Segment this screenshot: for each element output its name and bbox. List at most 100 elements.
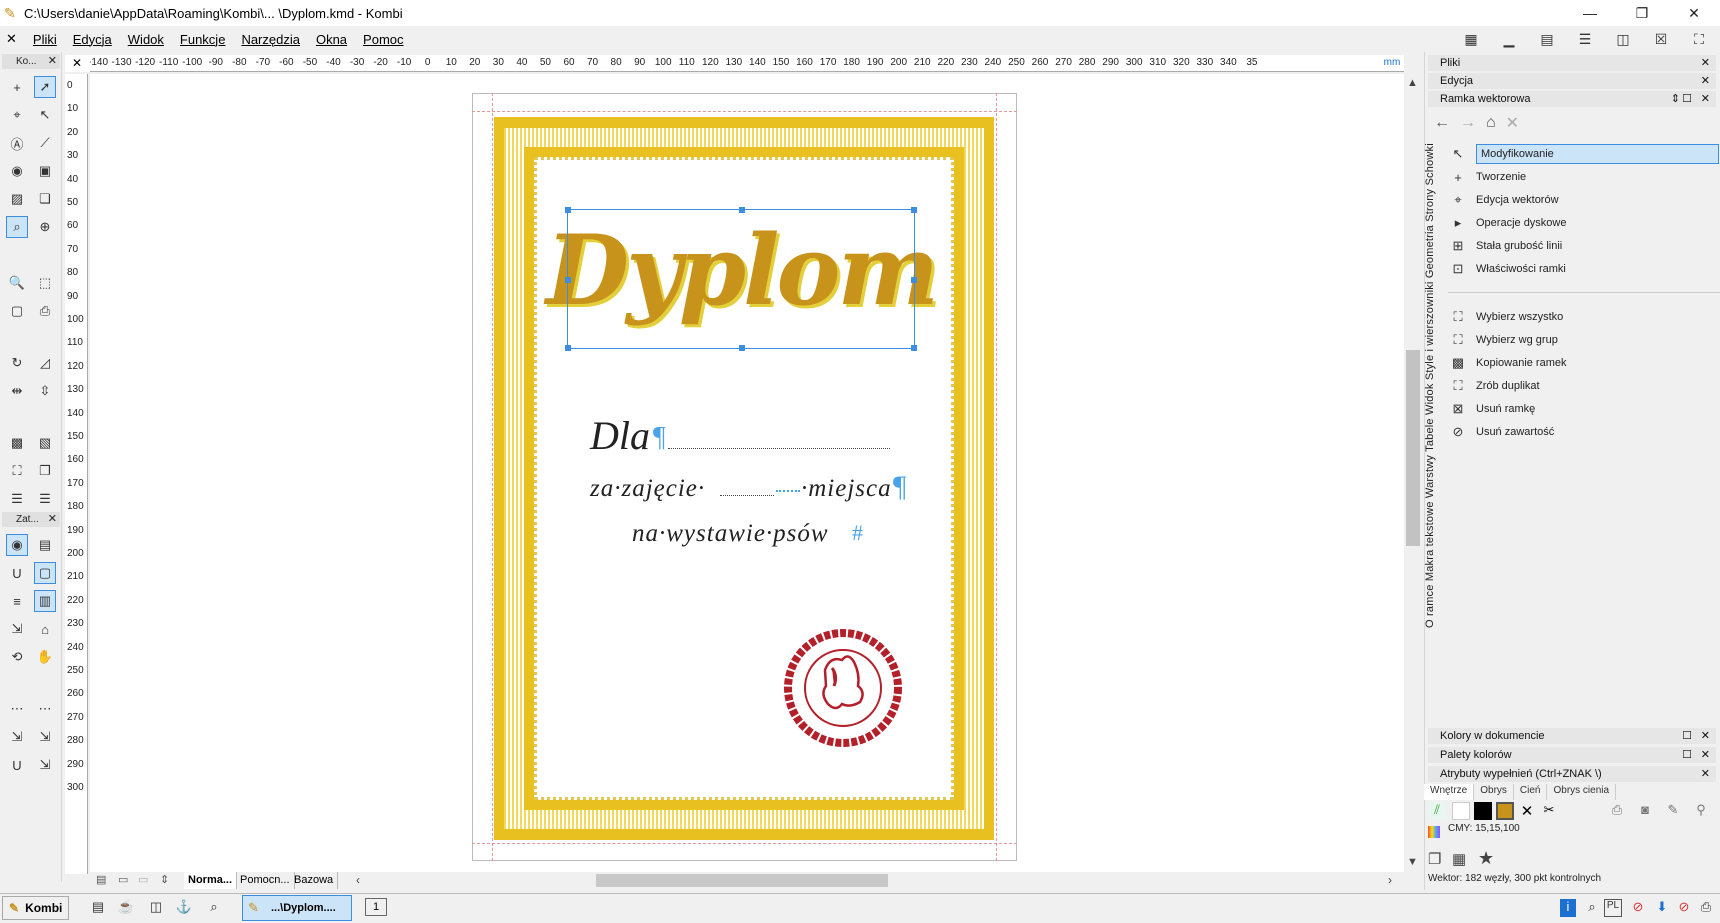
menu-pliki[interactable]: Pliki: [33, 32, 57, 47]
list-item-wlasciwosci[interactable]: ⊡ Właściwości ramki: [1448, 258, 1566, 280]
zoom-frame-icon[interactable]: ⬚: [34, 272, 56, 294]
star-icon[interactable]: ★: [1478, 848, 1494, 869]
page-icon[interactable]: ▢: [6, 300, 28, 322]
scroll-left-icon[interactable]: ‹: [356, 873, 360, 887]
menu-edycja[interactable]: Edycja: [73, 32, 112, 47]
text-za-zajecie[interactable]: za·zajęcie·: [590, 475, 705, 503]
copy-page-icon[interactable]: ❐: [34, 460, 56, 482]
forward-arrow-icon[interactable]: →: [1460, 114, 1476, 132]
ruler-corner[interactable]: ✕: [65, 55, 90, 72]
tab-obrys[interactable]: Obrys: [1474, 784, 1514, 800]
target-icon[interactable]: ⊕: [34, 216, 56, 238]
view-page-icon[interactable]: ▥: [34, 590, 56, 612]
page-view-icon[interactable]: ▤: [96, 873, 106, 886]
page-tab-auxiliary[interactable]: Pomocn...: [236, 872, 295, 889]
text-miejsca[interactable]: ·miejsca: [801, 475, 892, 503]
list-item-wybierz-grup[interactable]: ⛶ Wybierz wg grup: [1448, 329, 1557, 351]
panel-close-icon[interactable]: ✕: [1701, 728, 1710, 744]
flip-horizontal-icon[interactable]: ⇹: [6, 380, 28, 402]
home-icon[interactable]: ⌂: [1486, 114, 1496, 132]
page-order-icon[interactable]: ⇕: [160, 873, 169, 886]
panel-close-icon[interactable]: ✕: [1701, 73, 1710, 89]
mdi-close-icon[interactable]: ☒: [1650, 31, 1672, 48]
scroll-right-icon[interactable]: ›: [1388, 873, 1392, 887]
language-pl-icon[interactable]: PL: [1604, 899, 1622, 917]
cascade-icon[interactable]: ▤: [1536, 31, 1558, 48]
cancel-icon[interactable]: ⊘: [1674, 899, 1694, 917]
panel-atrybuty[interactable]: Atrybuty wypełnień (Ctrl+ZNAK \) ✕: [1428, 766, 1716, 782]
handle-b[interactable]: [739, 345, 745, 351]
scroll-down-icon[interactable]: ▼: [1407, 856, 1418, 868]
maximize-button[interactable]: ❐: [1616, 0, 1668, 26]
vertical-tabs[interactable]: O ramce Makra tekstowe Warstwy Tabele Wi…: [1424, 138, 1442, 628]
text-na-wystawie[interactable]: na·wystawie·psów: [632, 520, 829, 548]
save-icon[interactable]: ⬇: [1652, 899, 1672, 917]
lock-icon[interactable]: ⌂: [34, 618, 56, 640]
skew-icon[interactable]: ◿: [34, 352, 56, 374]
paint-icon[interactable]: ▧: [34, 432, 56, 454]
tab-obrys-cienia[interactable]: Obrys cienia: [1547, 784, 1617, 800]
taskbar-kombi-button[interactable]: ✎ Kombi: [2, 896, 70, 920]
eye-frame-icon[interactable]: ◉: [6, 534, 28, 556]
rotate-icon[interactable]: ↻: [6, 352, 28, 374]
list-item-wybierz-wszystko[interactable]: ⛶ Wybierz wszystko: [1448, 306, 1563, 328]
swatch-gold[interactable]: [1496, 802, 1514, 820]
panel-close-icon[interactable]: ✕: [1701, 55, 1710, 71]
layout-icon[interactable]: ▦: [1460, 31, 1482, 48]
select-tool-icon[interactable]: ➚: [34, 76, 56, 98]
handle-tl[interactable]: [565, 207, 571, 213]
panel-sort-icon[interactable]: ⇕: [1671, 91, 1680, 107]
page-tab-base[interactable]: Bazowa: [290, 872, 339, 889]
align-right-icon[interactable]: ☰: [34, 488, 56, 510]
eye-page-icon[interactable]: ▤: [34, 534, 56, 556]
line-tool-icon[interactable]: ⟋: [34, 132, 56, 154]
flip-vertical-icon[interactable]: ⇳: [34, 380, 56, 402]
pointer-plus-icon[interactable]: ↖: [34, 104, 56, 126]
vertical-scroll-thumb[interactable]: [1406, 350, 1420, 546]
text-frame-icon[interactable]: Ⓐ: [6, 132, 28, 154]
guides-icon[interactable]: ⋯: [6, 698, 28, 720]
hand-icon[interactable]: ✋: [34, 646, 56, 668]
magnet-guides-icon[interactable]: U: [6, 754, 28, 776]
panel-maximize-icon[interactable]: ☐: [1682, 728, 1692, 744]
toolbar-close-icon[interactable]: ✕: [48, 54, 57, 69]
ruler-top[interactable]: -140-130-120-110-100-90-80-70-60-50-40-3…: [90, 55, 1404, 72]
magnet-icon[interactable]: U: [6, 562, 28, 584]
snap-grid-icon[interactable]: ⇲: [34, 726, 56, 748]
list-item-kopiowanie[interactable]: ▩ Kopiowanie ramek: [1448, 352, 1567, 374]
link-icon[interactable]: ⟲: [6, 646, 28, 668]
tile-horizontal-icon[interactable]: ☰: [1574, 31, 1596, 48]
grid-view-icon[interactable]: ≡: [6, 590, 28, 612]
view-frame-icon[interactable]: ▢: [34, 562, 56, 584]
swatch-none-icon[interactable]: ✕: [1518, 802, 1536, 820]
handle-tr[interactable]: [911, 207, 917, 213]
minimize-button[interactable]: —: [1564, 0, 1616, 26]
panel-ramka-wektorowa[interactable]: Ramka wektorowa ⇕ ☐ ✕: [1428, 91, 1716, 107]
camera-icon[interactable]: ▩: [6, 432, 28, 454]
node-edit-icon[interactable]: ⌖: [6, 104, 28, 126]
picture-icon[interactable]: ▨: [6, 188, 28, 210]
menu-narzedzia[interactable]: Narzędzia: [241, 32, 300, 47]
duplicate-swatch-icon[interactable]: ❐: [1428, 850, 1441, 868]
color-spectrum-icon[interactable]: [1428, 826, 1440, 838]
zoom-icon[interactable]: 🔍: [6, 272, 28, 294]
panel-palety[interactable]: Palety kolorów ☐ ✕: [1428, 747, 1716, 763]
text-dla[interactable]: Dla: [590, 412, 650, 459]
scroll-up-icon[interactable]: ▲: [1407, 77, 1418, 89]
no-fill-icon[interactable]: ⫽: [1428, 802, 1446, 820]
create-tool-icon[interactable]: +: [6, 76, 28, 98]
grid-icon[interactable]: ⋯: [34, 698, 56, 720]
menu-pomoc[interactable]: Pomoc: [363, 32, 403, 47]
page-spread-icon[interactable]: ▭: [118, 873, 128, 886]
frame-select-icon[interactable]: ⌕: [6, 216, 28, 238]
list-item-stala-grubosc[interactable]: ⊞ Stała grubość linii: [1448, 235, 1563, 257]
camera-icon[interactable]: ◙: [1636, 802, 1654, 820]
tb-search-icon[interactable]: ⌕: [204, 899, 224, 917]
printer-status-icon[interactable]: ⎙: [1696, 899, 1716, 917]
panel-pliki[interactable]: Pliki ✕: [1428, 55, 1716, 71]
spellcheck-icon[interactable]: ⊘: [1628, 899, 1648, 917]
pin-icon[interactable]: ✕: [1506, 113, 1519, 133]
handle-bl[interactable]: [565, 345, 571, 351]
handle-r[interactable]: [911, 277, 917, 283]
tile-vertical-icon[interactable]: ◫: [1612, 31, 1634, 48]
